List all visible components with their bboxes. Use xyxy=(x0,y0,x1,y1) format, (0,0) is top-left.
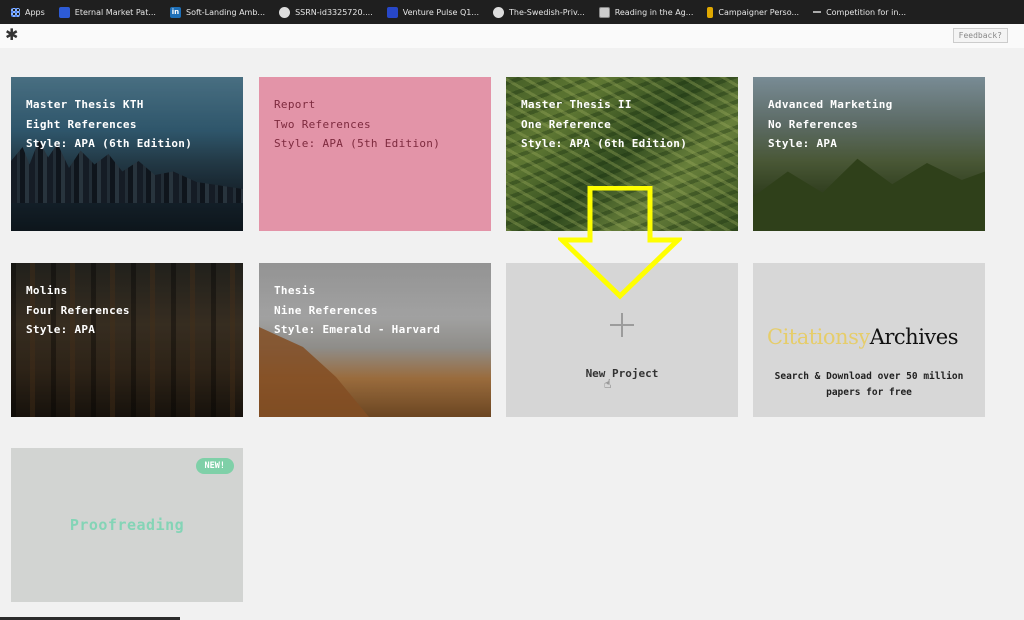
bookmark-icon xyxy=(707,6,714,18)
new-badge: NEW! xyxy=(195,458,234,474)
project-info: Advanced Marketing No References Style: … xyxy=(768,95,893,154)
proofreading-label: Proofreading xyxy=(69,516,185,534)
project-style: Style: APA xyxy=(26,323,96,336)
citationsy-archives-card[interactable]: CitationsyArchives Search & Download ove… xyxy=(753,263,985,417)
project-reference-count: One Reference xyxy=(521,117,611,131)
project-card[interactable]: Thesis Nine References Style: Emerald - … xyxy=(259,263,491,417)
citationsy-description: Search & Download over 50 million papers… xyxy=(774,371,964,398)
citationsy-archives-logo: CitationsyArchives xyxy=(767,325,959,349)
vp-icon xyxy=(386,6,398,18)
bookmarks-bar: Apps Eternal Market Pat... in Soft-Landin… xyxy=(0,0,1024,24)
linkedin-icon: in xyxy=(169,6,181,18)
project-style: Style: APA (5th Edition) xyxy=(274,137,441,150)
globe-icon xyxy=(279,6,291,18)
project-card[interactable]: Advanced Marketing No References Style: … xyxy=(753,77,985,231)
project-info: Report Two References Style: APA (5th Ed… xyxy=(274,95,440,154)
yellow-down-arrow-icon xyxy=(558,186,682,300)
bookmark-apps[interactable]: Apps xyxy=(4,0,52,24)
bookmark-item[interactable]: in Soft-Landing Amb... xyxy=(163,0,272,24)
bookmark-item[interactable]: Campaigner Perso... xyxy=(700,0,806,24)
project-style: Style: Emerald - Harvard xyxy=(274,323,441,336)
project-card[interactable]: Report Two References Style: APA (5th Ed… xyxy=(259,77,491,231)
project-reference-count: Eight References xyxy=(26,117,137,131)
app-header: ✱ Feedback? xyxy=(0,24,1024,48)
project-reference-count: Four References xyxy=(26,303,130,317)
feedback-button[interactable]: Feedback? xyxy=(952,28,1008,43)
project-reference-count: Two References xyxy=(274,117,371,131)
new-project-label: New Project xyxy=(585,367,659,380)
project-style: Style: APA (6th Edition) xyxy=(26,137,193,150)
project-style: Style: APA (6th Edition) xyxy=(521,137,688,150)
project-title: Thesis xyxy=(274,284,316,297)
bookmark-item[interactable]: Reading in the Ag... xyxy=(592,0,701,24)
project-info: Master Thesis KTH Eight References Style… xyxy=(26,95,192,154)
project-title: Master Thesis II xyxy=(521,98,632,111)
bookmark-item[interactable]: Eternal Market Pat... xyxy=(52,0,163,24)
project-title: Molins xyxy=(26,284,68,297)
project-title: Master Thesis KTH xyxy=(26,98,144,111)
globe-icon xyxy=(493,6,505,18)
project-info: Master Thesis II One Reference Style: AP… xyxy=(521,95,687,154)
project-style: Style: APA xyxy=(768,137,838,150)
project-card[interactable]: Master Thesis KTH Eight References Style… xyxy=(11,77,243,231)
project-info: Molins Four References Style: APA xyxy=(26,281,130,340)
image-icon xyxy=(598,6,610,18)
project-reference-count: Nine References xyxy=(274,303,378,317)
hand-cursor-icon: ☝ xyxy=(604,377,612,391)
project-reference-count: No References xyxy=(768,117,858,131)
bookmark-item[interactable]: The-Swedish-Priv... xyxy=(486,0,592,24)
project-title: Advanced Marketing xyxy=(768,98,893,111)
bookmark-item[interactable]: Competition for in... xyxy=(806,0,913,24)
bookmark-item[interactable]: SSRN-id3325720.... xyxy=(272,0,380,24)
asterisk-logo-icon[interactable]: ✱ xyxy=(5,27,18,43)
project-title: Report xyxy=(274,98,316,111)
project-info: Thesis Nine References Style: Emerald - … xyxy=(274,281,440,340)
proofreading-card[interactable]: NEW! Proofreading xyxy=(11,448,243,602)
dash-icon xyxy=(813,11,822,13)
plus-icon xyxy=(610,313,634,337)
blue-square-icon xyxy=(58,6,70,18)
project-card[interactable]: Molins Four References Style: APA xyxy=(11,263,243,417)
bookmark-item[interactable]: Venture Pulse Q1... xyxy=(380,0,486,24)
apps-grid-icon xyxy=(11,7,20,17)
